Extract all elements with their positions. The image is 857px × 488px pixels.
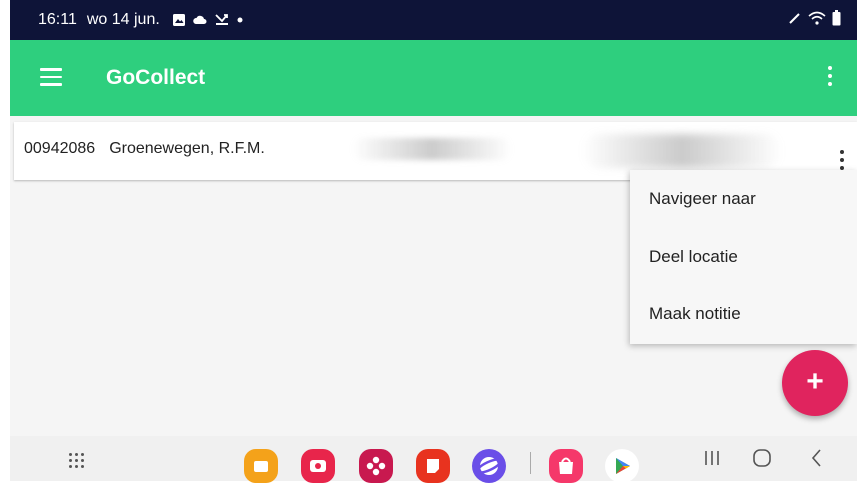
- dot-icon: [237, 17, 243, 23]
- battery-icon: [832, 10, 841, 26]
- cloud-icon: [193, 15, 207, 24]
- apps-grid-icon[interactable]: [67, 451, 87, 471]
- list-item-name: Groenewegen, R.F.M.: [109, 140, 265, 157]
- overflow-menu-icon[interactable]: [825, 66, 835, 90]
- taskbar: [10, 436, 857, 483]
- app-title: GoCollect: [106, 66, 206, 89]
- internet-icon[interactable]: [472, 449, 506, 483]
- play-store-icon[interactable]: [605, 449, 639, 483]
- gallery-icon[interactable]: [359, 449, 393, 483]
- system-status-icons: [788, 10, 841, 26]
- screen: 16:11 wo 14 jun. GoCollect 00942086 Groen…: [0, 0, 857, 483]
- status-date: wo 14 jun.: [86, 11, 160, 28]
- redacted-address: [352, 138, 512, 160]
- missed-call-icon: [215, 14, 228, 25]
- context-menu: Navigeer naar Deel locatie Maak notitie: [630, 170, 857, 344]
- menu-item-navigate[interactable]: Navigeer naar: [649, 189, 756, 209]
- screen-recorder-icon[interactable]: [301, 449, 335, 483]
- menu-icon[interactable]: [40, 68, 62, 86]
- add-button[interactable]: +: [782, 350, 848, 416]
- notes-icon[interactable]: [416, 449, 450, 483]
- list-item-number: 00942086: [24, 140, 96, 157]
- menu-item-share-location[interactable]: Deel locatie: [649, 247, 738, 267]
- status-bar: 16:11 wo 14 jun.: [10, 0, 857, 40]
- dock-divider: [530, 452, 531, 474]
- redacted-details: [582, 134, 782, 168]
- status-time: 16:11: [38, 11, 77, 28]
- pen-icon: [789, 13, 800, 24]
- back-icon[interactable]: [807, 448, 827, 473]
- my-files-icon[interactable]: [244, 449, 278, 483]
- wifi-icon: [808, 11, 826, 25]
- menu-item-make-note[interactable]: Maak notitie: [649, 304, 741, 324]
- notification-icons: [172, 13, 244, 27]
- app-bar: GoCollect: [10, 40, 857, 116]
- screen-edge: [0, 0, 10, 481]
- home-icon[interactable]: [752, 448, 772, 473]
- image-icon: [172, 14, 185, 26]
- recents-icon[interactable]: [702, 448, 722, 473]
- item-more-icon[interactable]: [837, 150, 847, 170]
- list-item-text: 00942086 Groenewegen, R.F.M.: [24, 140, 265, 158]
- galaxy-store-icon[interactable]: [549, 449, 583, 483]
